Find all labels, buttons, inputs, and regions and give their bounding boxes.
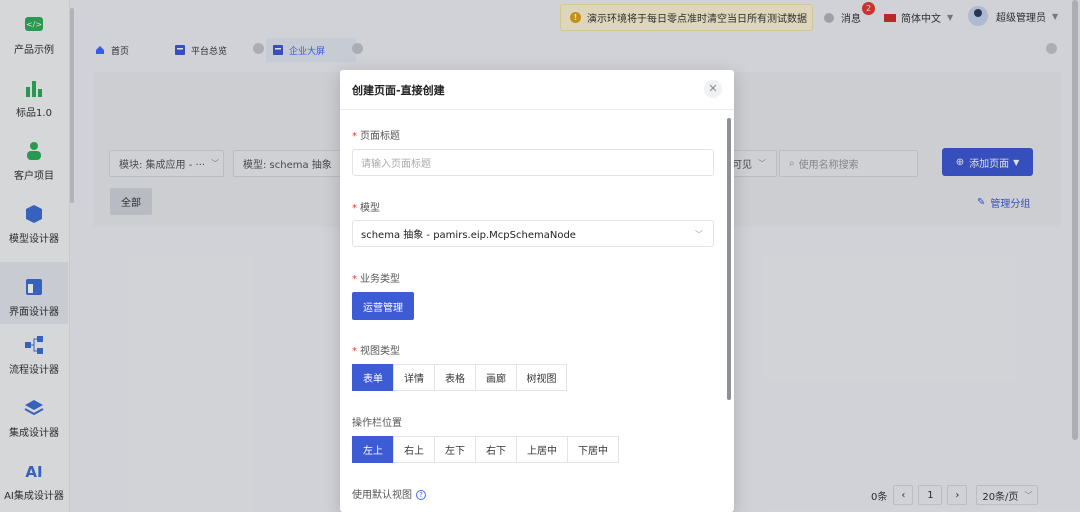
- business-type-option[interactable]: 运营管理: [352, 292, 414, 320]
- view-type-label: * 视图类型: [352, 346, 400, 357]
- create-page-dialog: 创建页面-直接创建 ✕ * 页面标题 请输入页面标题 * 模型 schema 抽象 …: [340, 70, 734, 512]
- page-title-input[interactable]: 请输入页面标题: [352, 149, 714, 176]
- page-title-placeholder: 请输入页面标题: [361, 159, 431, 170]
- page-title-label: * 页面标题: [352, 131, 400, 142]
- close-icon[interactable]: ✕: [704, 80, 722, 98]
- toolbar-position-segmented: 左上 右上 左下 右下 上居中 下居中: [352, 436, 619, 463]
- view-type-segmented: 表单 详情 表格 画廊 树视图: [352, 364, 567, 391]
- help-icon[interactable]: ?: [416, 490, 426, 500]
- default-view-label: 使用默认视图?: [352, 486, 426, 501]
- position-top-left[interactable]: 左上: [352, 436, 394, 463]
- view-type-gallery[interactable]: 画廊: [475, 364, 517, 391]
- position-top-center[interactable]: 上居中: [516, 436, 568, 463]
- view-type-tree[interactable]: 树视图: [516, 364, 567, 391]
- chevron-down-icon: ﹀: [695, 230, 703, 239]
- model-select-value: schema 抽象 - pamirs.eip.McpSchemaNode: [361, 230, 576, 241]
- position-bottom-center[interactable]: 下居中: [567, 436, 619, 463]
- view-type-detail[interactable]: 详情: [393, 364, 435, 391]
- position-bottom-left[interactable]: 左下: [434, 436, 476, 463]
- view-type-table[interactable]: 表格: [434, 364, 476, 391]
- dialog-scrollbar[interactable]: [727, 118, 731, 400]
- view-type-form[interactable]: 表单: [352, 364, 394, 391]
- model-select[interactable]: schema 抽象 - pamirs.eip.McpSchemaNode ﹀: [352, 220, 714, 247]
- toolbar-position-label: 操作栏位置: [352, 418, 402, 429]
- position-top-right[interactable]: 右上: [393, 436, 435, 463]
- business-type-label: * 业务类型: [352, 274, 400, 285]
- dialog-title: 创建页面-直接创建: [340, 70, 734, 110]
- position-bottom-right[interactable]: 右下: [475, 436, 517, 463]
- model-label: * 模型: [352, 203, 380, 214]
